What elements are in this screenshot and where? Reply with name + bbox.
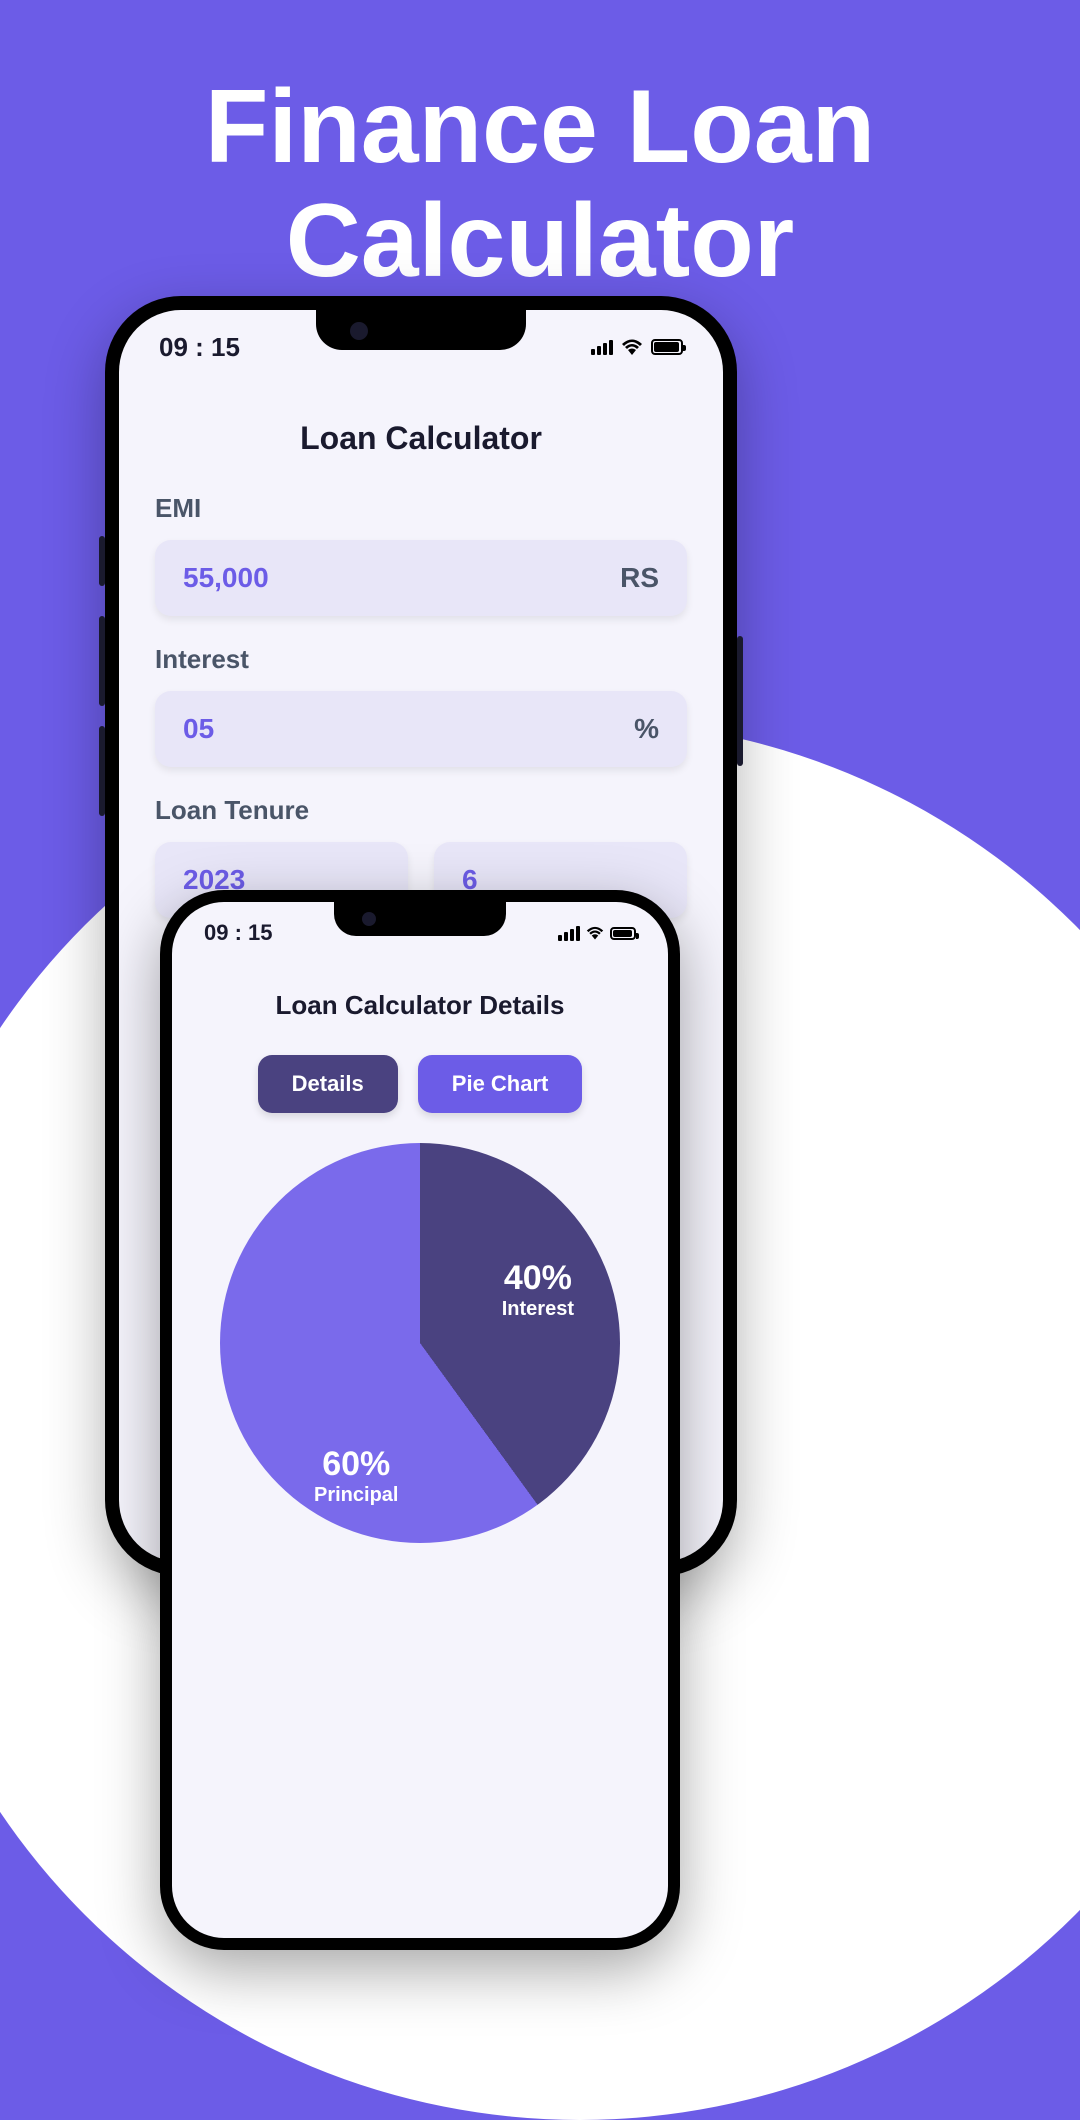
hero-line1: Finance Loan [205, 69, 875, 185]
emi-value: 55,000 [183, 562, 269, 594]
signal-icon [558, 925, 580, 941]
hero-title: Finance Loan Calculator [0, 70, 1080, 299]
page-title: Loan Calculator Details [202, 990, 638, 1021]
phone-side-button [99, 726, 105, 816]
wifi-icon [586, 926, 604, 940]
pie-chart: 40% Interest 60% Principal [220, 1143, 620, 1543]
phone-side-button [99, 536, 105, 586]
tab-details[interactable]: Details [258, 1055, 398, 1113]
emi-label: EMI [155, 493, 687, 524]
pie-slice-interest-label: 40% Interest [502, 1259, 574, 1321]
interest-unit: % [634, 713, 659, 745]
slice-name: Interest [502, 1298, 574, 1321]
phone-side-button [737, 636, 743, 766]
hero-line2: Calculator [286, 183, 795, 299]
interest-label: Interest [155, 644, 687, 675]
emi-unit: RS [620, 562, 659, 594]
phone-side-button [99, 616, 105, 706]
phone-screen-front: 09 : 15 Loan Calculator Details Details … [172, 902, 668, 1938]
pie-slice-principal-label: 60% Principal [314, 1445, 398, 1507]
wifi-icon [621, 339, 643, 355]
interest-input[interactable]: 05 % [155, 691, 687, 767]
pie-chart-graphic [220, 1143, 620, 1543]
tenure-label: Loan Tenure [155, 795, 687, 826]
tab-pie-chart[interactable]: Pie Chart [418, 1055, 583, 1113]
slice-name: Principal [314, 1484, 398, 1507]
slice-pct: 60% [314, 1445, 398, 1484]
emi-input[interactable]: 55,000 RS [155, 540, 687, 616]
status-time: 09 : 15 [204, 920, 273, 946]
battery-icon [651, 339, 683, 355]
signal-icon [591, 339, 613, 355]
phone-notch [334, 902, 506, 936]
battery-icon [610, 927, 636, 940]
phone-notch [316, 310, 526, 350]
status-time: 09 : 15 [159, 332, 240, 363]
slice-pct: 40% [502, 1259, 574, 1298]
page-title: Loan Calculator [155, 420, 687, 457]
phone-mockup-front: 09 : 15 Loan Calculator Details Details … [160, 890, 680, 1950]
interest-value: 05 [183, 713, 214, 745]
